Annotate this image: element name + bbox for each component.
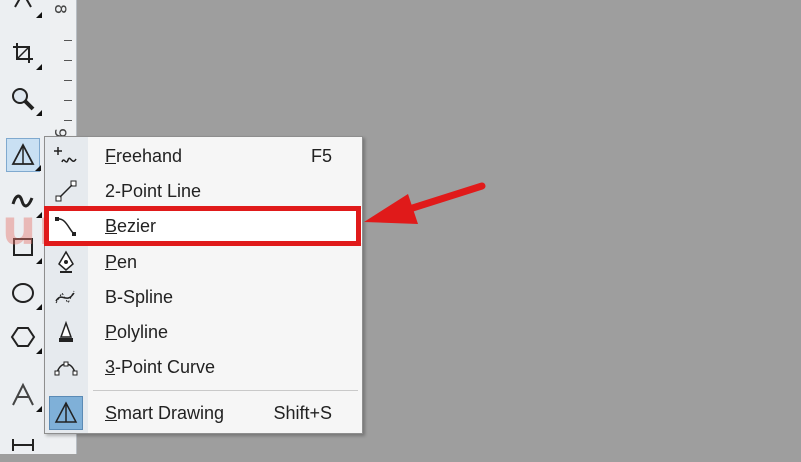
rectangle-icon[interactable] bbox=[6, 230, 42, 264]
menu-item-polyline[interactable]: Polyline bbox=[45, 315, 362, 349]
polygon-icon[interactable] bbox=[6, 320, 42, 354]
ruler-tick bbox=[64, 80, 72, 81]
menu-item-label: Freehand bbox=[105, 145, 183, 166]
menu-item-freehand[interactable]: Freehand F5 bbox=[45, 139, 362, 173]
freehand-icon bbox=[53, 143, 79, 169]
menu-item-label: Bezier bbox=[105, 215, 157, 236]
polyline-icon bbox=[53, 319, 79, 345]
shape-tool-icon[interactable] bbox=[6, 0, 42, 18]
ruler-label: 8 bbox=[51, 4, 70, 15]
menu-item-3-point-curve[interactable]: 3-Point Curve bbox=[45, 350, 362, 384]
menu-item-shortcut: F5 bbox=[310, 145, 332, 166]
dimension-icon[interactable] bbox=[6, 428, 40, 462]
menu-item-smart-drawing[interactable]: Smart Drawing Shift+S bbox=[45, 396, 362, 430]
ruler-tick bbox=[64, 40, 72, 41]
menu-item-shortcut: Shift+S bbox=[273, 402, 332, 423]
b-spline-icon bbox=[53, 284, 79, 310]
menu-item-b-spline[interactable]: B-Spline bbox=[45, 280, 362, 314]
menu-item-label: Smart Drawing bbox=[105, 402, 225, 423]
annotation-arrow-icon bbox=[364, 182, 486, 224]
curve-tools-flyout-menu: Freehand F5 2-Point Line Bezier Pen B-Sp… bbox=[44, 136, 363, 434]
smart-drawing-tool-button[interactable] bbox=[6, 138, 41, 172]
crop-icon[interactable] bbox=[6, 36, 42, 70]
menu-item-bezier[interactable]: Bezier bbox=[45, 209, 362, 243]
three-point-curve-icon bbox=[53, 354, 79, 380]
bezier-icon bbox=[53, 213, 79, 239]
pen-icon bbox=[53, 249, 79, 275]
menu-item-pen[interactable]: Pen bbox=[45, 245, 362, 279]
smart-drawing-icon bbox=[49, 396, 83, 430]
zoom-icon[interactable] bbox=[6, 82, 42, 116]
menu-item-label: 2-Point Line bbox=[105, 180, 202, 201]
text-icon[interactable] bbox=[6, 378, 42, 412]
ruler-tick bbox=[64, 100, 72, 101]
menu-item-label: 3-Point Curve bbox=[105, 356, 216, 377]
menu-separator bbox=[93, 390, 358, 391]
menu-item-label: Polyline bbox=[105, 321, 169, 342]
ruler-tick bbox=[64, 60, 72, 61]
ruler-tick bbox=[64, 120, 72, 121]
menu-item-label: Pen bbox=[105, 251, 138, 272]
ellipse-icon[interactable] bbox=[6, 276, 42, 310]
two-point-line-icon bbox=[53, 178, 79, 204]
menu-item-2-point-line[interactable]: 2-Point Line bbox=[45, 174, 362, 208]
menu-item-label: B-Spline bbox=[105, 286, 174, 307]
artistic-media-icon[interactable] bbox=[6, 184, 42, 218]
